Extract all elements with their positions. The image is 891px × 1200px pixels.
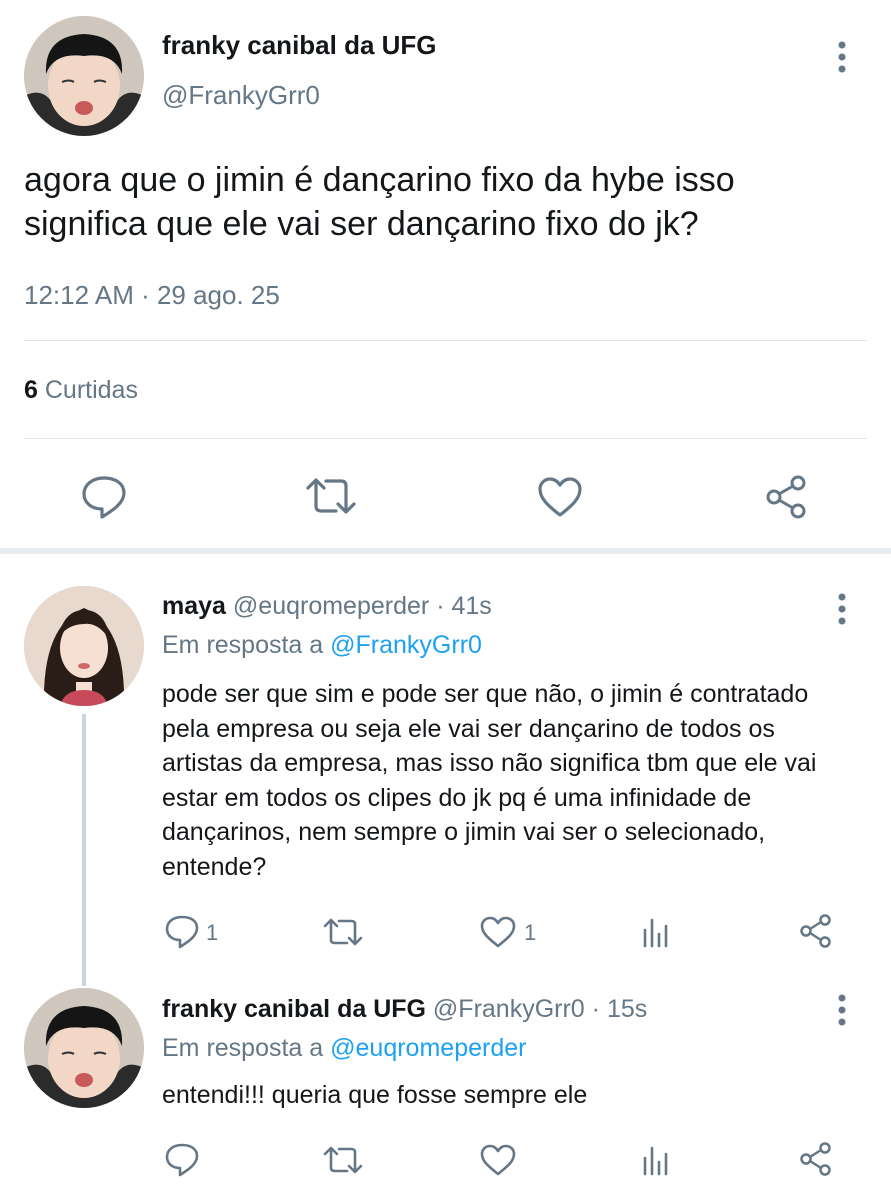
likes-label: Curtidas <box>44 376 138 404</box>
main-display-name[interactable]: franky canibal da UFG <box>162 30 437 61</box>
retweet-icon[interactable] <box>304 476 358 516</box>
avatar-franky[interactable] <box>24 988 144 1108</box>
reply-prefix: Em resposta a <box>162 631 324 659</box>
likes-summary[interactable]: 6 Curtidas <box>24 376 138 405</box>
like-icon[interactable] <box>480 916 516 948</box>
reply-time[interactable]: · 41s <box>436 592 492 620</box>
avatar-maya[interactable] <box>24 586 144 706</box>
like-count: 1 <box>524 920 537 945</box>
reply-mention[interactable]: @euqromeperder <box>330 1034 526 1062</box>
main-handle[interactable]: @FrankyGrr0 <box>162 80 320 111</box>
avatar-franky[interactable] <box>24 16 144 136</box>
reply-mention[interactable]: @FrankyGrr0 <box>330 631 482 659</box>
avatar-image <box>24 586 144 706</box>
thread-line <box>82 714 86 986</box>
reply-count: 1 <box>206 920 219 945</box>
in-reply-to: Em resposta a @FrankyGrr0 <box>162 631 482 660</box>
share-icon[interactable] <box>798 913 834 949</box>
divider <box>24 340 867 341</box>
more-options-icon[interactable] <box>832 993 852 1027</box>
reply-handle[interactable]: @FrankyGrr0 <box>433 995 585 1023</box>
like-icon[interactable] <box>537 476 583 518</box>
reply-prefix: Em resposta a <box>162 1034 324 1062</box>
reply-icon[interactable] <box>164 1142 200 1178</box>
like-icon[interactable] <box>480 1144 516 1176</box>
reply-text: entendi!!! queria que fosse sempre ele <box>162 1081 588 1109</box>
tweet-text: agora que o jimin é dançarino fixo da hy… <box>24 161 735 243</box>
section-separator <box>0 548 891 554</box>
analytics-icon[interactable] <box>640 916 672 948</box>
reply-text: pode ser que sim e pode ser que não, o j… <box>162 680 817 881</box>
reply-header: maya @euqromeperder · 41s <box>162 592 492 621</box>
reply-icon[interactable] <box>80 474 128 520</box>
tweet-timestamp[interactable]: 12:12 AM · 29 ago. 25 <box>24 280 280 311</box>
reply-time[interactable]: · 15s <box>592 995 648 1023</box>
reply-handle[interactable]: @euqromeperder <box>233 592 429 620</box>
likes-count: 6 <box>24 376 38 404</box>
retweet-icon[interactable] <box>322 916 364 948</box>
avatar-image <box>24 16 144 136</box>
reply-display-name[interactable]: maya <box>162 592 226 620</box>
reply-header: franky canibal da UFG @FrankyGrr0 · 15s <box>162 995 647 1024</box>
share-icon[interactable] <box>764 474 810 520</box>
analytics-icon[interactable] <box>640 1144 672 1176</box>
avatar-image <box>24 988 144 1108</box>
more-options-icon[interactable] <box>832 40 852 74</box>
reply-display-name[interactable]: franky canibal da UFG <box>162 995 426 1023</box>
divider <box>24 438 867 439</box>
share-icon[interactable] <box>798 1141 834 1177</box>
more-options-icon[interactable] <box>832 592 852 626</box>
retweet-icon[interactable] <box>322 1144 364 1176</box>
in-reply-to: Em resposta a @euqromeperder <box>162 1034 526 1063</box>
reply-icon[interactable] <box>164 914 200 950</box>
